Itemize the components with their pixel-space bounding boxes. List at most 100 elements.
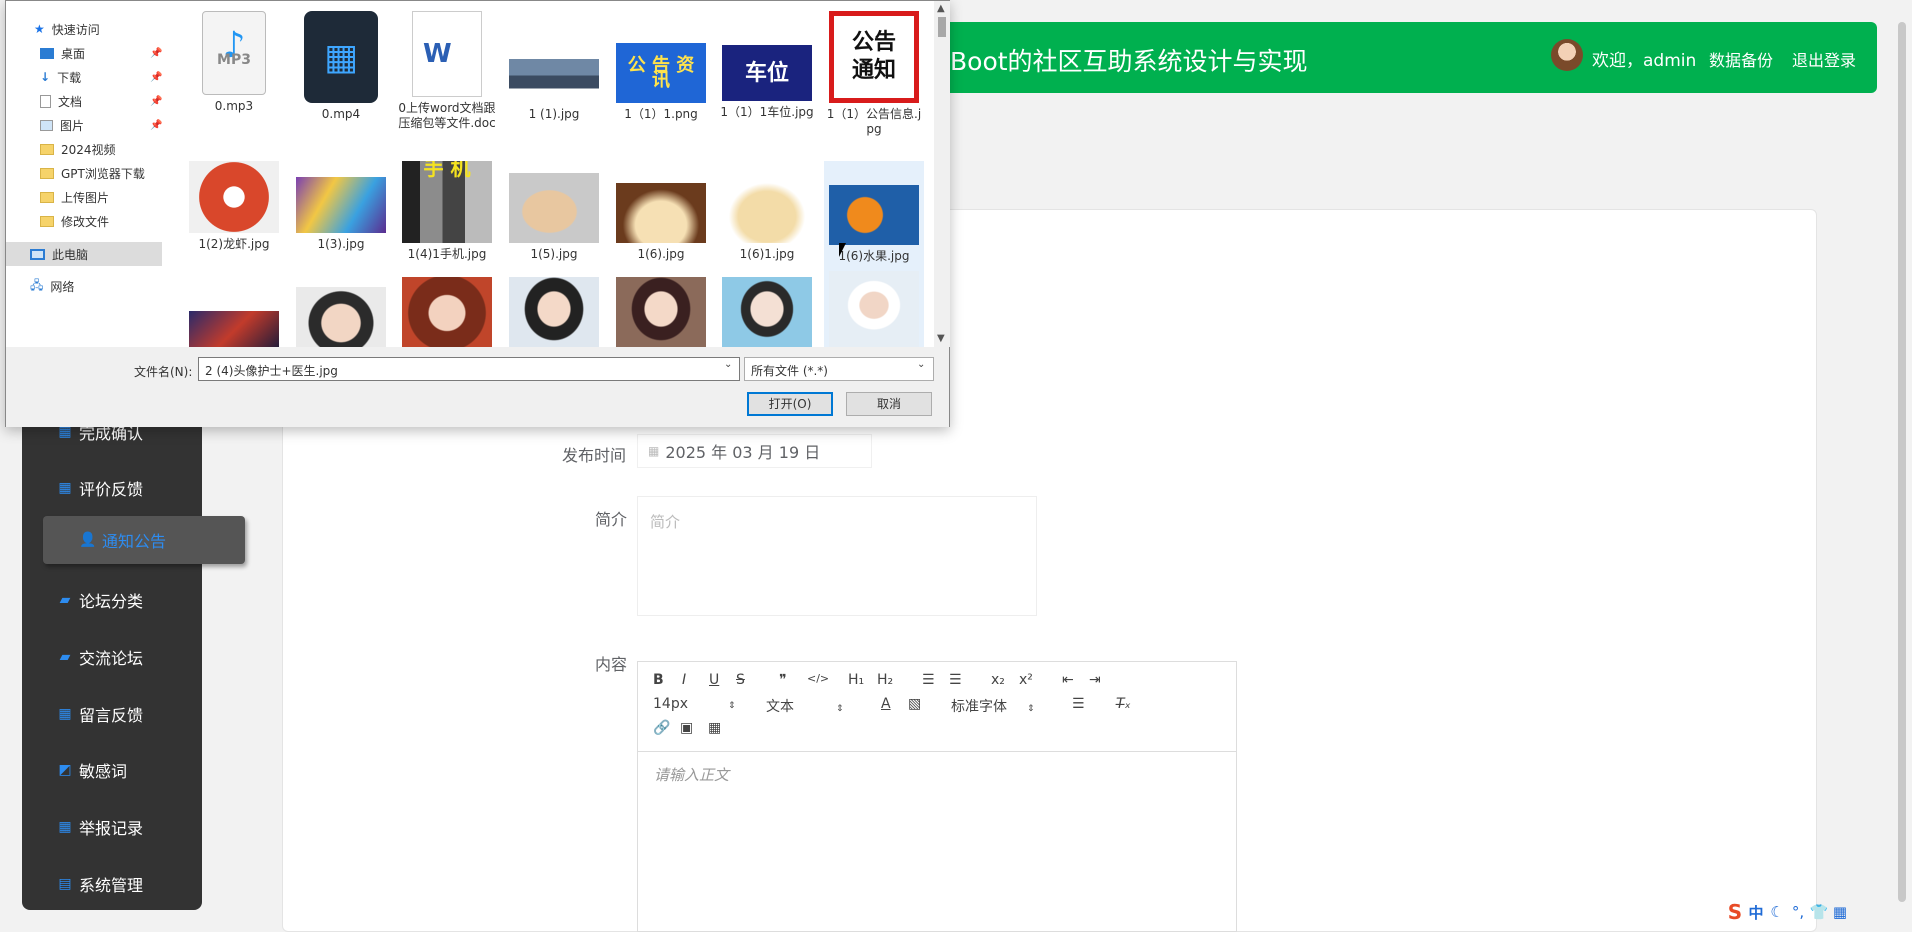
nav-folder-2024-videos[interactable]: 2024视频 xyxy=(40,139,116,159)
filetype-select[interactable]: 所有文件 (*.*) xyxy=(744,357,934,381)
mouse-cursor xyxy=(839,243,851,257)
file-item[interactable]: 1(5).jpg xyxy=(504,161,604,262)
outdent-icon[interactable]: ⇤ xyxy=(1062,672,1074,688)
nav-downloads[interactable]: ↓ 下载 📌 xyxy=(40,67,162,87)
intro-textarea[interactable]: 简介 xyxy=(637,496,1037,616)
underline-icon[interactable]: U xyxy=(709,672,719,688)
nav-this-pc[interactable]: 此电脑 xyxy=(30,244,88,264)
sidebar-item-forum-category[interactable]: ▰ 论坛分类 xyxy=(57,588,143,612)
sidebar-item-notice[interactable]: 👤 通知公告 xyxy=(43,516,245,564)
clear-format-icon[interactable]: T̶ₓ xyxy=(1116,696,1131,712)
image-thumbnail: 车位 xyxy=(722,45,812,101)
file-item[interactable] xyxy=(291,287,391,347)
bullet-list-icon[interactable]: ☰ xyxy=(949,672,962,688)
dialog-footer: 文件名(N): 2 (4)头像护士+医生.jpg ⌄ 所有文件 (*.*) ⌄ … xyxy=(6,347,949,427)
ime-toolbar[interactable]: S 中 ☾ °, 👕 ▦ xyxy=(1726,900,1849,924)
nav-desktop[interactable]: 桌面 📌 xyxy=(40,43,162,63)
link-icon[interactable]: 🔗 xyxy=(653,720,670,736)
font-color-icon[interactable]: A xyxy=(881,696,891,712)
nav-folder-modify-files[interactable]: 修改文件 xyxy=(40,211,109,231)
video-file-icon: ▦ xyxy=(304,11,378,103)
strike-icon[interactable]: S xyxy=(736,672,745,688)
file-item[interactable] xyxy=(184,311,284,347)
sogou-s-icon[interactable]: S xyxy=(1726,900,1744,924)
file-item[interactable]: 1 (1).jpg xyxy=(504,11,604,122)
shirt-icon[interactable]: 👕 xyxy=(1810,903,1829,921)
video-icon[interactable]: ▦ xyxy=(708,720,721,736)
file-item[interactable] xyxy=(611,277,711,347)
nav-folder-gpt-downloads[interactable]: GPT浏览器下载 xyxy=(40,163,145,183)
scroll-down-icon[interactable]: ▼ xyxy=(937,333,945,344)
nav-quick-access[interactable]: ★ 快速访问 xyxy=(34,19,100,39)
avatar[interactable] xyxy=(1551,39,1583,71)
rich-text-editor[interactable]: B I U S ❞ </> H₁ H₂ ☰ ☰ x₂ x² ⇤ ⇥ 14px ⇕ … xyxy=(637,661,1237,932)
file-item-selected[interactable] xyxy=(824,271,924,347)
h1-icon[interactable]: H₁ xyxy=(848,672,864,688)
nav-network[interactable]: 🖧 网络 xyxy=(30,276,74,296)
pin-icon: 📌 xyxy=(150,119,163,131)
chevron-down-icon[interactable]: ⌄ xyxy=(724,359,732,370)
sidebar-item-messages[interactable]: ▦ 留言反馈 xyxy=(57,702,143,726)
nav-pictures[interactable]: 图片 📌 xyxy=(40,115,162,135)
file-item[interactable]: 1(6).jpg xyxy=(611,161,711,262)
file-name: 1(4)1手机.jpg xyxy=(407,247,487,261)
code-icon[interactable]: </> xyxy=(807,672,829,685)
sidebar-item-sensitive-words[interactable]: ◩ 敏感词 xyxy=(57,758,127,782)
moon-icon[interactable]: ☾ xyxy=(1768,903,1786,921)
subscript-icon[interactable]: x₂ xyxy=(991,672,1005,688)
file-item[interactable]: W 0上传word文档跟压缩包等文件.doc xyxy=(397,11,497,131)
file-item[interactable]: 1(3).jpg xyxy=(291,161,391,252)
scroll-up-icon[interactable]: ▲ xyxy=(937,3,945,14)
font-size-select[interactable]: 14px ⇕ xyxy=(653,696,736,712)
image-thumbnail xyxy=(189,161,279,233)
nav-folder-upload-images[interactable]: 上传图片 xyxy=(40,187,109,207)
quote-icon[interactable]: ❞ xyxy=(779,672,787,688)
data-backup-link[interactable]: 数据备份 xyxy=(1709,47,1773,71)
ime-mode-label[interactable]: 中 xyxy=(1747,903,1765,922)
sidebar-item-forum[interactable]: ▰ 交流论坛 xyxy=(57,645,143,669)
nav-documents[interactable]: 文档 📌 xyxy=(40,91,162,111)
sidebar-item-reports[interactable]: ▦ 举报记录 xyxy=(57,815,143,839)
sidebar-item-system[interactable]: ▤ 系统管理 xyxy=(57,872,143,896)
file-item[interactable]: 1(6)1.jpg xyxy=(717,161,817,262)
superscript-icon[interactable]: x² xyxy=(1019,672,1033,688)
grid-icon[interactable]: ▦ xyxy=(1831,903,1849,921)
file-item[interactable]: ▦ 0.mp4 xyxy=(291,11,391,122)
font-family-select[interactable]: 标准字体 ⇕ xyxy=(951,696,1035,716)
align-icon[interactable]: ☰ xyxy=(1072,696,1085,712)
scroll-thumb[interactable] xyxy=(938,17,946,37)
file-item[interactable]: ♪ MP3 0.mp3 xyxy=(184,11,284,114)
ordered-list-icon[interactable]: ☰ xyxy=(922,672,935,688)
file-item[interactable]: 公告 通知 1（1）公告信息.jpg xyxy=(824,11,924,137)
filename-input[interactable]: 2 (4)头像护士+医生.jpg xyxy=(198,357,740,381)
file-name: 1(3).jpg xyxy=(317,237,365,251)
punctuation-icon[interactable]: °, xyxy=(1789,903,1807,921)
file-item[interactable]: 车位 1（1）1车位.jpg xyxy=(717,11,817,120)
sidebar-item-feedback[interactable]: ▦ 评价反馈 xyxy=(57,476,143,500)
intro-label: 简介 xyxy=(595,510,628,529)
bold-icon[interactable]: B xyxy=(653,672,664,688)
file-item[interactable]: 公 告 资 讯 1（1）1.png xyxy=(611,11,711,122)
indent-icon[interactable]: ⇥ xyxy=(1089,672,1101,688)
network-icon: 🖧 xyxy=(30,277,44,292)
file-item[interactable] xyxy=(717,277,817,347)
file-item[interactable] xyxy=(397,277,497,347)
date-picker[interactable]: ▦ 2025 年 03 月 19 日 xyxy=(637,434,872,468)
sidebar-item-label: 留言反馈 xyxy=(79,706,144,725)
open-button[interactable]: 打开(O) xyxy=(747,392,833,416)
h2-icon[interactable]: H₂ xyxy=(877,672,893,688)
file-item[interactable]: 1(2)龙虾.jpg xyxy=(184,161,284,252)
page-scrollbar[interactable] xyxy=(1896,22,1908,922)
chevron-down-icon[interactable]: ⌄ xyxy=(917,359,925,370)
background-color-icon[interactable]: ▧ xyxy=(908,696,921,712)
logout-link[interactable]: 退出登录 xyxy=(1792,47,1856,71)
text-style-select[interactable]: 文本 ⇕ xyxy=(766,696,844,716)
image-icon[interactable]: ▣ xyxy=(680,720,693,736)
file-item[interactable] xyxy=(504,277,604,347)
editor-placeholder: 请输入正文 xyxy=(654,766,730,784)
cancel-button[interactable]: 取消 xyxy=(846,392,932,416)
pin-icon: 📌 xyxy=(150,95,163,107)
file-item[interactable]: 手 机 1(4)1手机.jpg xyxy=(397,161,497,262)
file-list-scrollbar[interactable]: ▲ ▼ xyxy=(934,1,950,347)
italic-icon[interactable]: I xyxy=(682,672,686,688)
